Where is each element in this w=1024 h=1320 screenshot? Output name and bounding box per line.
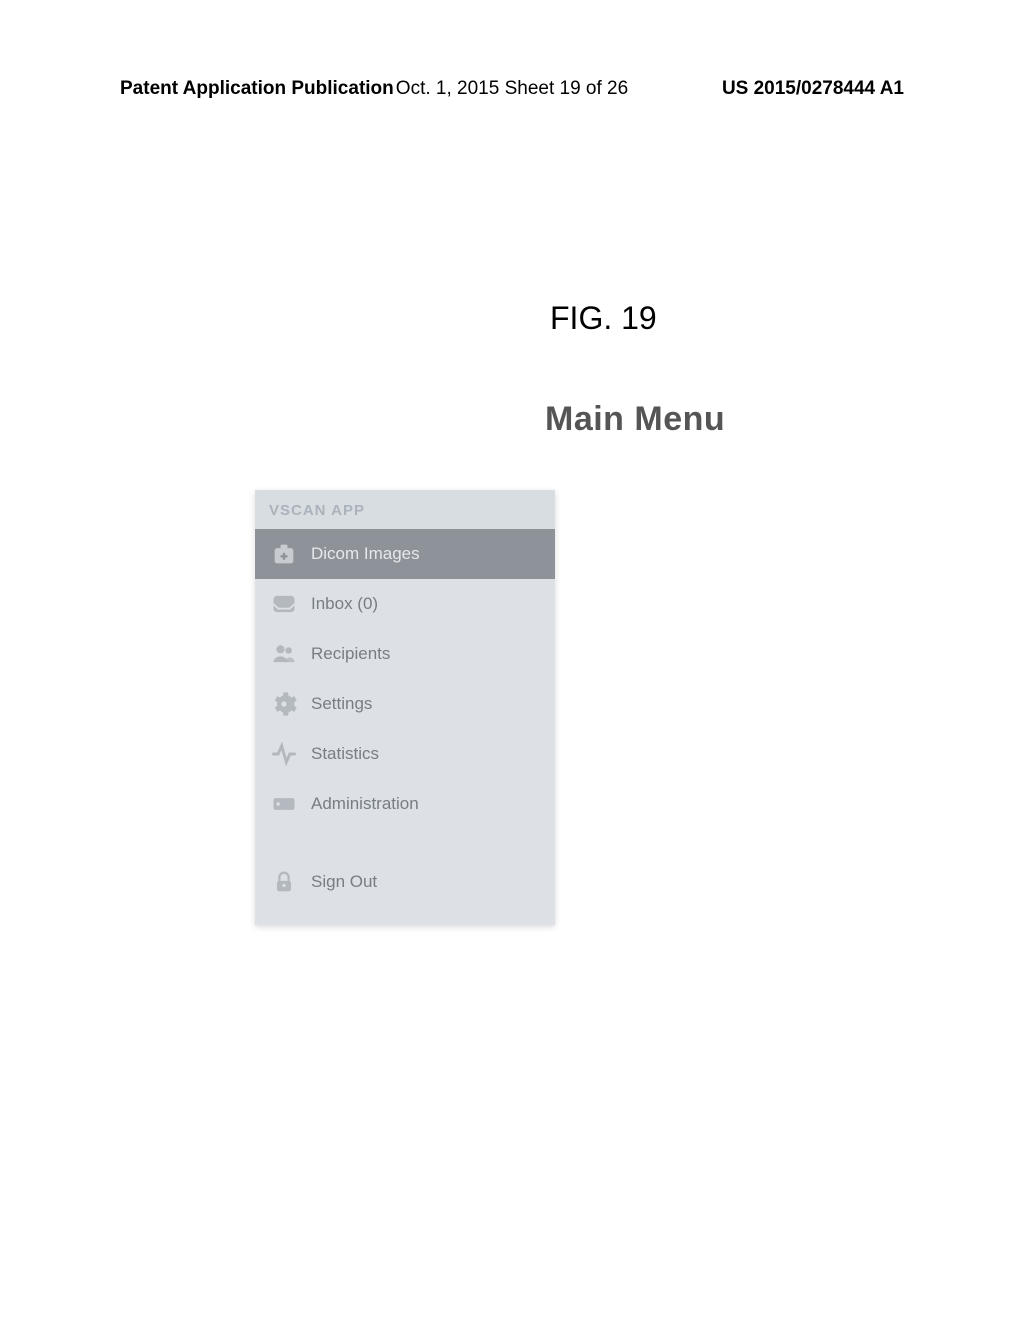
tag-icon [269, 789, 299, 819]
lock-icon [269, 867, 299, 897]
menu-item-label: Settings [311, 694, 372, 714]
menu-item-inbox[interactable]: Inbox (0) [255, 579, 555, 629]
patent-header: Patent Application Publication Oct. 1, 2… [0, 78, 1024, 100]
menu-item-label: Sign Out [311, 872, 377, 892]
date-sheet-info: Oct. 1, 2015 Sheet 19 of 26 [396, 78, 628, 100]
menu-item-label: Recipients [311, 644, 390, 664]
menu-item-statistics[interactable]: Statistics [255, 729, 555, 779]
menu-item-recipients[interactable]: Recipients [255, 629, 555, 679]
menu-footer [255, 907, 555, 925]
menu-item-label: Inbox (0) [311, 594, 378, 614]
menu-item-label: Dicom Images [311, 544, 420, 564]
publication-number: US 2015/0278444 A1 [722, 78, 904, 100]
inbox-icon [269, 589, 299, 619]
people-icon [269, 639, 299, 669]
menu-item-label: Administration [311, 794, 419, 814]
menu-item-signout[interactable]: Sign Out [255, 857, 555, 907]
figure-label: FIG. 19 [550, 300, 657, 337]
app-title: VSCAN APP [255, 490, 555, 529]
main-menu-panel: VSCAN APP Dicom Images Inbox (0) Recipie… [255, 490, 555, 925]
menu-item-label: Statistics [311, 744, 379, 764]
figure-title: Main Menu [545, 400, 725, 439]
gear-icon [269, 689, 299, 719]
menu-item-administration[interactable]: Administration [255, 779, 555, 829]
menu-item-dicom-images[interactable]: Dicom Images [255, 529, 555, 579]
menu-item-settings[interactable]: Settings [255, 679, 555, 729]
publication-type: Patent Application Publication [120, 78, 394, 100]
medkit-icon [269, 539, 299, 569]
menu-gap [255, 829, 555, 857]
pulse-icon [269, 739, 299, 769]
